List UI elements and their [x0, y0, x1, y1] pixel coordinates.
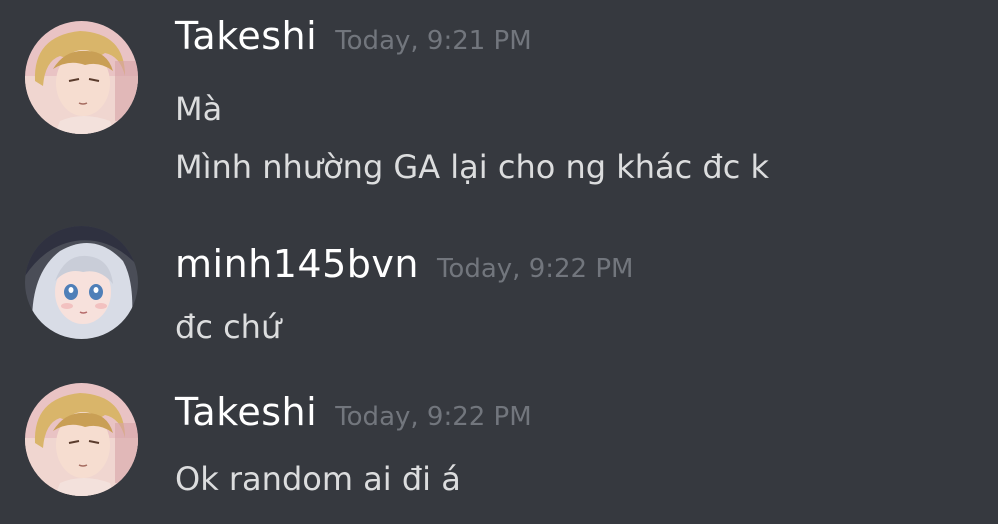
message-content: đc chứ — [175, 298, 281, 356]
timestamp: Today, 9:22 PM — [436, 254, 634, 284]
white-haired-anime-girl-avatar-icon — [25, 226, 138, 339]
message-content: Mà Mình nhường GA lại cho ng khác đc k — [175, 80, 769, 196]
user-avatar[interactable] — [25, 226, 138, 339]
message-line: đc chứ — [175, 308, 282, 346]
timestamp: Today, 9:22 PM — [335, 402, 532, 432]
message-line: Mà — [175, 90, 223, 128]
username[interactable]: Takeshi — [175, 390, 317, 434]
message-content: Ok random ai đi á — [175, 450, 461, 508]
username[interactable]: minh145bvn — [175, 242, 419, 286]
username[interactable]: Takeshi — [175, 14, 317, 58]
message-header: Takeshi Today, 9:21 PM — [175, 14, 532, 64]
message-line: Mình nhường GA lại cho ng khác đc k — [175, 148, 770, 186]
blond-anime-boy-avatar-icon — [25, 383, 138, 496]
message-header: Takeshi Today, 9:22 PM — [175, 390, 532, 440]
timestamp: Today, 9:21 PM — [335, 26, 532, 56]
message-group: Takeshi Today, 9:22 PM Ok random ai đi á — [0, 383, 998, 520]
user-avatar[interactable] — [25, 21, 138, 134]
chat-messages: Takeshi Today, 9:21 PM Mà Mình nhường GA … — [0, 0, 998, 524]
message-line: Ok random ai đi á — [175, 460, 461, 498]
message-group: minh145bvn Today, 9:22 PM đc chứ — [0, 226, 998, 356]
user-avatar[interactable] — [25, 383, 138, 496]
blond-anime-boy-avatar-icon — [25, 21, 138, 134]
message-header: minh145bvn Today, 9:22 PM — [175, 242, 633, 292]
message-group: Takeshi Today, 9:21 PM Mà Mình nhường GA … — [0, 14, 998, 194]
